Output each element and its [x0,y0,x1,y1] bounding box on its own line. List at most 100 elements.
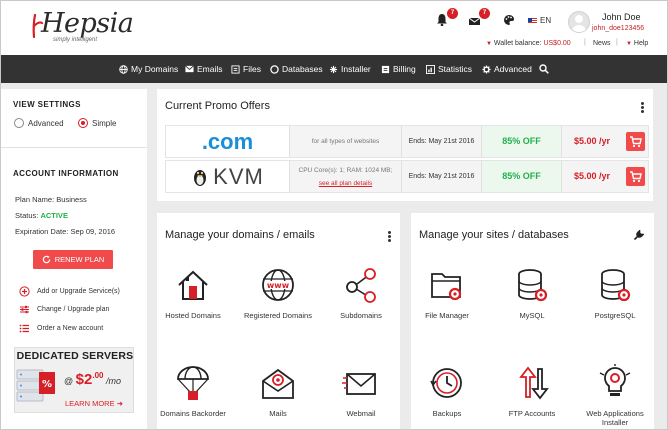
folder-gear-icon [431,273,462,301]
nav-installer[interactable]: Installer [329,55,371,83]
promo-price: $5.00 /yr [573,171,611,181]
nav-search[interactable] [539,55,549,83]
com-logo: .com [166,126,290,157]
search-icon [539,64,549,74]
mysql-tile[interactable]: MySQL [492,265,572,320]
plan-name: Plan Name: Business [15,195,87,204]
us-flag-icon [528,17,537,24]
server-rack-icon: % [16,369,55,402]
user-login[interactable]: john_doe123456 [592,25,644,32]
nav-billing[interactable]: Billing [381,55,416,83]
language-label: EN [540,16,552,25]
nav-advanced[interactable]: Advanced [482,55,532,83]
more-options-icon[interactable] [641,102,644,113]
sites-card-title: Manage your sites / databases [419,229,569,241]
learn-more-link[interactable]: LEARN MORE ➜ [65,399,123,408]
view-settings-title: VIEW SETTINGS [13,100,81,109]
add-to-cart-button[interactable] [626,132,645,151]
database-icon [270,64,279,74]
ftp-accounts-tile[interactable]: FTP Accounts [492,363,572,418]
avatar[interactable] [568,11,590,33]
app-window: Hepsia simply intelligent 7 7 EN John Do… [0,0,668,430]
top-header: Hepsia simply intelligent 7 7 EN John Do… [1,1,667,55]
hepsia-logo[interactable]: Hepsia simply intelligent [29,7,134,47]
domains-backorder-tile[interactable]: Domains Backorder [153,363,233,418]
registered-domains-tile[interactable]: www Registered Domains [238,265,318,320]
up-down-arrows-icon [519,366,549,400]
order-new-account-link[interactable]: Order a New account [19,323,103,334]
renew-plan-button[interactable]: RENEW PLAN [33,250,113,269]
status-badge: ACTIVE [40,211,68,220]
webmail-tile[interactable]: Webmail [321,363,401,418]
add-to-cart-button[interactable] [626,167,645,186]
list-icon [19,324,29,333]
news-link[interactable]: News [593,40,611,47]
promo-discount: 85% OFF [482,126,562,157]
database-gear-icon [601,269,631,302]
change-upgrade-plan-link[interactable]: Change / Upgrade plan [19,304,109,315]
promo-title: Current Promo Offers [165,100,270,112]
radio-unchecked-icon [14,118,24,128]
bell-icon [437,14,447,27]
billing-icon [381,65,390,73]
dedicated-servers-ad[interactable]: DEDICATED SERVERS % @ $2.00 /mo LEARN MO… [14,347,134,413]
postgresql-tile[interactable]: PostgreSQL [575,265,655,320]
language-selector[interactable]: EN [528,16,551,25]
view-advanced-radio[interactable]: Advanced [14,118,64,128]
ad-title: DEDICATED SERVERS [16,350,134,362]
svg-text:%: % [42,379,52,390]
account-info-title: ACCOUNT INFORMATION [13,169,119,178]
divider: | [584,39,586,46]
kvm-logo: KVM [166,161,290,192]
tux-icon [194,169,207,186]
refresh-icon [42,255,50,264]
sidebar: VIEW SETTINGS Advanced Simple ACCOUNT IN… [1,89,147,429]
divider: | [616,39,618,46]
promo-ends: Ends: May 21st 2016 [402,161,482,192]
notifications-badge: 7 [447,8,458,19]
wrench-icon[interactable] [633,230,644,241]
mails-tile[interactable]: Mails [238,363,318,418]
theme-button[interactable] [503,13,519,29]
file-manager-tile[interactable]: File Manager [407,265,487,320]
sliders-icon [20,305,29,314]
promo-row-com: .com for all types of websites Ends: May… [165,125,649,158]
svg-text:www: www [267,281,290,290]
nav-statistics[interactable]: Statistics [426,55,472,83]
statistics-icon [426,64,435,74]
account-status: Status: ACTIVE [15,211,68,220]
promo-price: $5.00 /yr [573,136,611,146]
palette-icon [504,15,515,25]
help-link[interactable]: ▼ Help [626,40,648,47]
lightbulb-gear-icon [599,364,631,396]
arrow-right-icon: ➜ [116,399,123,408]
add-circle-icon [19,286,30,297]
domains-card-title: Manage your domains / emails [165,229,315,241]
house-icon [178,270,208,300]
wallet-balance[interactable]: ▼ Wallet balance: US$0.00 [486,40,571,47]
see-plan-details-link[interactable]: see all plan details [290,179,401,189]
subdomains-tile[interactable]: Subdomains [321,265,401,320]
messages-button[interactable]: 7 [468,8,490,29]
web-applications-installer-tile[interactable]: Web Applications Installer [575,363,655,427]
notifications-bell[interactable]: 7 [436,8,458,29]
logo-text: Hepsia [41,8,134,39]
more-options-icon[interactable] [388,231,391,242]
add-upgrade-services-link[interactable]: Add or Upgrade Service(s) [19,286,120,297]
ad-price: @ $2.00 /mo [64,371,121,388]
tile-label-line2: Installer [601,418,629,427]
caret-down-icon: ▼ [486,41,492,47]
backups-tile[interactable]: Backups [407,363,487,418]
nav-files[interactable]: Files [231,55,261,83]
user-name[interactable]: John Doe [602,12,641,22]
nav-my-domains[interactable]: My Domains [119,55,178,83]
promo-row-kvm: KVM CPU Core(s): 1; RAM: 1024 MB; see al… [165,160,649,193]
nav-emails[interactable]: Emails [185,55,223,83]
hosted-domains-tile[interactable]: Hosted Domains [153,265,233,320]
nav-databases[interactable]: Databases [270,55,323,83]
promo-description: for all types of websites [290,126,402,157]
envelope-icon [185,65,194,73]
promo-ends: Ends: May 21st 2016 [402,126,482,157]
radio-checked-icon [78,118,88,128]
view-simple-radio[interactable]: Simple [78,118,116,128]
